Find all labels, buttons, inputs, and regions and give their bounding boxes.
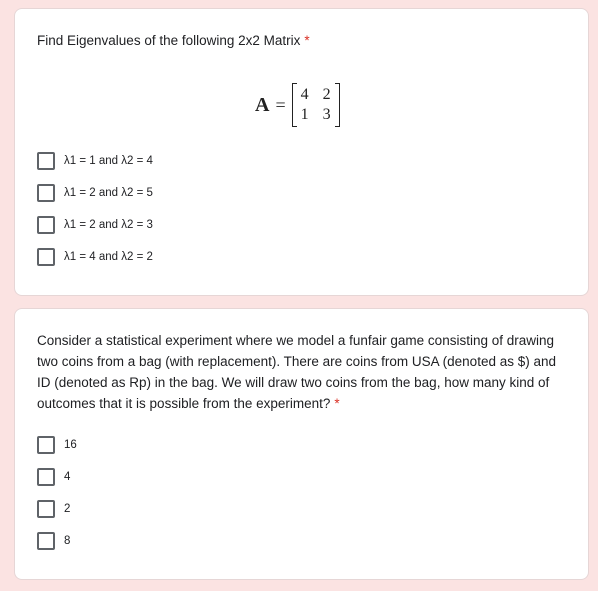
option-label: λ1 = 4 and λ2 = 2 — [64, 251, 153, 263]
required-asterisk: * — [334, 396, 340, 411]
required-asterisk: * — [304, 33, 310, 48]
option-label: 4 — [64, 471, 71, 483]
option-4[interactable]: 8 — [37, 532, 70, 550]
option-2[interactable]: λ1 = 2 and λ2 = 5 — [37, 184, 153, 202]
option-label: λ1 = 2 and λ2 = 3 — [64, 219, 153, 231]
option-label: 16 — [64, 439, 77, 451]
question-card-eigenvalues: Find Eigenvalues of the following 2x2 Ma… — [14, 8, 589, 296]
matrix-cell: 2 — [322, 86, 331, 103]
option-4[interactable]: λ1 = 4 and λ2 = 2 — [37, 248, 153, 266]
matrix-grid: 4 2 1 3 — [291, 83, 340, 127]
question-title: Consider a statistical experiment where … — [37, 333, 556, 411]
checkbox[interactable] — [37, 184, 55, 202]
option-1[interactable]: λ1 = 1 and λ2 = 4 — [37, 152, 153, 170]
question-card-coins: Consider a statistical experiment where … — [14, 308, 589, 580]
option-3[interactable]: 2 — [37, 500, 70, 518]
matrix-cell: 1 — [300, 106, 309, 123]
matrix-cell: 4 — [300, 86, 309, 103]
matrix-cell: 3 — [322, 106, 331, 123]
option-2[interactable]: 4 — [37, 468, 70, 486]
checkbox[interactable] — [37, 216, 55, 234]
checkbox[interactable] — [37, 436, 55, 454]
checkbox[interactable] — [37, 248, 55, 266]
question-title: Find Eigenvalues of the following 2x2 Ma… — [37, 33, 310, 48]
option-1[interactable]: 16 — [37, 436, 77, 454]
option-label: λ1 = 2 and λ2 = 5 — [64, 187, 153, 199]
checkbox[interactable] — [37, 532, 55, 550]
checkbox[interactable] — [37, 468, 55, 486]
matrix-equals: = — [275, 94, 286, 115]
option-label: λ1 = 1 and λ2 = 4 — [64, 155, 153, 167]
matrix-image: A = 4 2 1 3 — [255, 77, 340, 133]
option-label: 2 — [64, 503, 71, 515]
option-3[interactable]: λ1 = 2 and λ2 = 3 — [37, 216, 153, 234]
option-label: 8 — [64, 535, 71, 547]
checkbox[interactable] — [37, 152, 55, 170]
matrix-name: A — [255, 93, 270, 116]
checkbox[interactable] — [37, 500, 55, 518]
